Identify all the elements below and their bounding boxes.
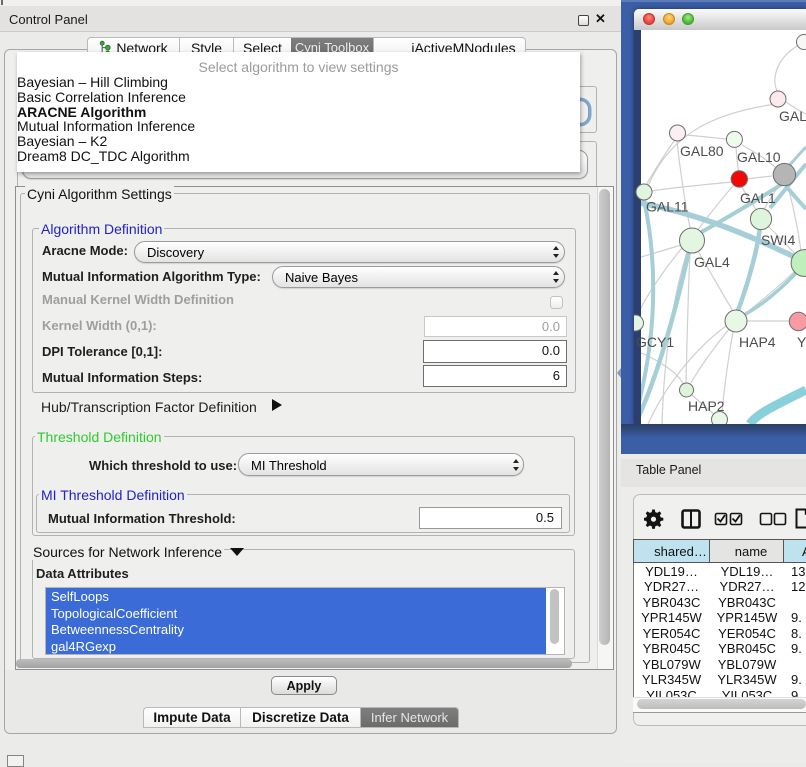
svg-text:GAL10: GAL10: [737, 149, 781, 165]
svg-text:GAL11: GAL11: [646, 199, 689, 215]
svg-text:GAL80: GAL80: [680, 143, 724, 159]
svg-text:GAL4: GAL4: [694, 254, 730, 270]
svg-text:GAL1: GAL1: [740, 190, 776, 206]
svg-text:HAP2: HAP2: [688, 398, 725, 414]
svg-text:SWI4: SWI4: [761, 232, 795, 248]
svg-text:GCY1: GCY1: [636, 334, 674, 350]
svg-text:HAP4: HAP4: [739, 334, 776, 350]
svg-text:Y: Y: [797, 334, 806, 350]
svg-text:GAL: GAL: [779, 108, 806, 124]
